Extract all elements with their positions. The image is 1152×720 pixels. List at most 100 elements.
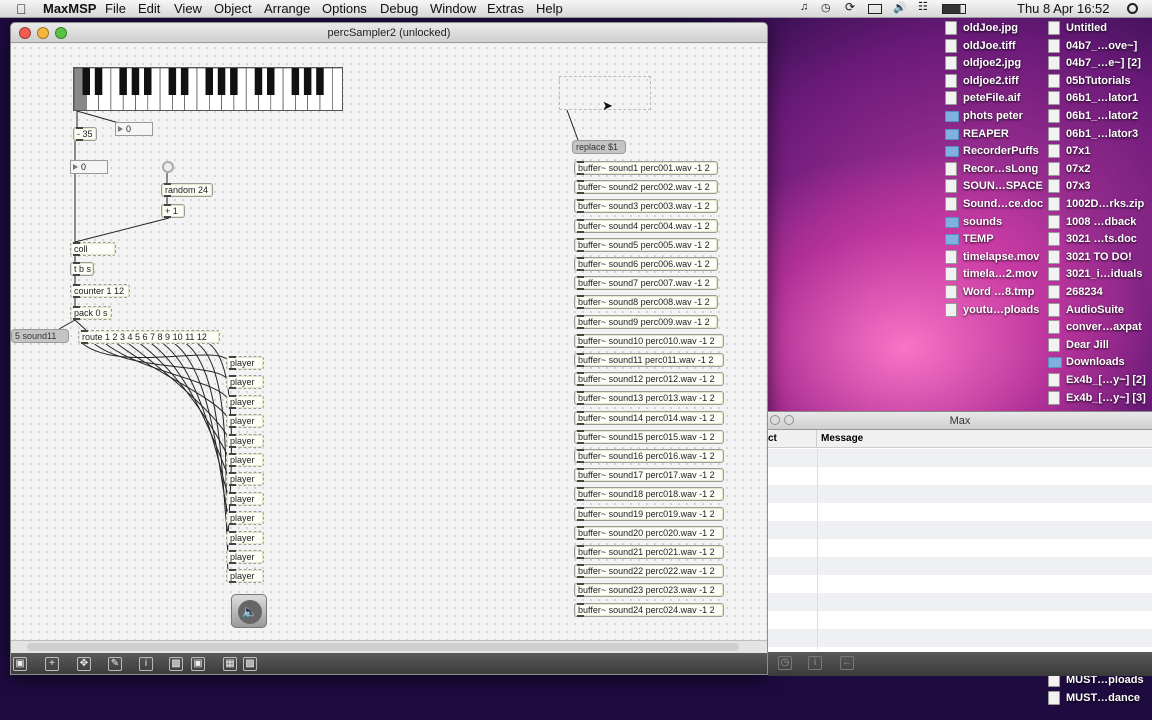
player-object[interactable]: player [226,375,264,390]
wifi-icon[interactable]: ☷ [918,0,932,13]
volume-icon[interactable]: 🔊 [893,1,907,14]
buffer-object[interactable]: buffer~ sound12 perc012.wav -1 2 [574,372,724,387]
player-object[interactable]: player [226,511,264,526]
player-object[interactable]: player [226,550,264,564]
music-icon[interactable]: ♫ [800,1,814,13]
edit-icon[interactable]: ✎ [108,657,122,671]
desktop-item[interactable]: peteFile.aif [945,90,1020,106]
buffer-object[interactable]: buffer~ sound20 perc020.wav -1 2 [574,525,724,540]
player-object[interactable]: player [226,394,264,409]
desktop-item[interactable]: oldjoe2.tiff [945,73,1019,89]
counter-object[interactable]: counter 1 12 [70,284,130,298]
buffer-object[interactable]: buffer~ sound5 perc005.wav -1 2 [574,237,718,252]
dac-speaker-button[interactable]: 🔈 [231,594,267,628]
buffer-object[interactable]: buffer~ sound19 perc019.wav -1 2 [574,506,724,521]
desktop-item[interactable]: 07x2 [1048,161,1090,177]
route-object[interactable]: route 1 2 3 4 5 6 7 8 9 10 11 12 [78,330,220,344]
desktop-item[interactable]: MUST…dance [1048,690,1140,706]
desktop-item[interactable]: Downloads [1048,354,1125,370]
clock-icon[interactable]: ◷ [778,656,792,670]
desktop-item[interactable]: phots peter [945,108,1023,124]
desktop-item[interactable]: SOUN…SPACE [945,178,1043,194]
buffer-object[interactable]: buffer~ sound22 perc022.wav -1 2 [574,564,724,579]
minus-object[interactable]: - 35 [73,127,97,141]
desktop-item[interactable]: oldJoe.tiff [945,38,1016,54]
desktop-item[interactable]: Dear Jill [1048,337,1109,353]
bang-button[interactable] [162,161,174,173]
buffer-object[interactable]: buffer~ sound9 perc009.wav -1 2 [574,314,718,329]
buffer-object[interactable]: buffer~ sound17 perc017.wav -1 2 [574,468,724,483]
desktop-item[interactable]: 3021 TO DO! [1048,249,1132,265]
player-object[interactable]: player [226,414,264,429]
desktop-item[interactable]: 06b1_…lator2 [1048,108,1138,124]
desktop-item[interactable]: 07x1 [1048,143,1090,159]
player-object[interactable]: player [226,530,264,545]
desktop-item[interactable]: AudioSuite [1048,302,1124,318]
info-icon[interactable]: i [808,656,822,670]
desktop-item[interactable]: 04b7_…ove~] [1048,38,1137,54]
buffer-object[interactable]: buffer~ sound18 perc018.wav -1 2 [574,487,724,502]
desktop-item[interactable]: Recor…sLong [945,161,1038,177]
desktop-item[interactable]: timela…2.mov [945,266,1038,282]
desktop-item[interactable]: sounds [945,214,1002,230]
minimize-button[interactable] [37,27,49,39]
desktop-item[interactable]: 06b1_…lator1 [1048,90,1138,106]
player-object[interactable]: player [226,491,264,506]
buffer-object[interactable]: buffer~ sound4 perc004.wav -1 2 [574,218,718,233]
buffer-object[interactable]: buffer~ sound16 perc016.wav -1 2 [574,449,724,463]
desktop-item[interactable]: 1002D…rks.zip [1048,196,1144,212]
buffer-object[interactable]: buffer~ sound7 perc007.wav -1 2 [574,276,718,291]
random-object[interactable]: random 24 [161,183,213,197]
desktop-item[interactable]: 268234 [1048,284,1103,300]
minimize-button[interactable] [770,415,780,425]
grid-icon[interactable]: ▦ [223,657,237,671]
patcher-titlebar[interactable]: percSampler2 (unlocked) [11,23,767,43]
replace-message[interactable]: replace $1 [572,140,626,154]
desktop-item[interactable]: 3021 …ts.doc [1048,231,1137,247]
menu-help[interactable]: Help [536,1,563,16]
scroll-thumb[interactable] [27,643,739,651]
spotlight-icon[interactable] [1127,3,1138,14]
app-menu[interactable]: MaxMSP [43,1,96,16]
desktop-item[interactable]: 05bTutorials [1048,73,1131,89]
horizontal-scrollbar[interactable] [11,640,767,653]
menu-arrange[interactable]: Arrange [264,1,310,16]
add-icon[interactable]: + [45,657,59,671]
number-box-a[interactable]: 0 [115,122,153,136]
menu-window[interactable]: Window [430,1,476,16]
buffer-object[interactable]: buffer~ sound23 perc023.wav -1 2 [574,583,724,598]
zoom-button[interactable] [55,27,67,39]
menu-edit[interactable]: Edit [138,1,160,16]
player-object[interactable]: player [226,453,264,467]
desktop-item[interactable]: Sound…ce.doc [945,196,1043,212]
menu-view[interactable]: View [174,1,202,16]
buffer-object[interactable]: buffer~ sound6 perc006.wav -1 2 [574,257,718,271]
message-column-header[interactable]: Message [821,430,863,448]
number-box-b[interactable]: 0 [70,160,108,174]
trigger-object[interactable]: t b s [70,262,94,276]
player-object[interactable]: player [226,433,264,448]
disabled-icon[interactable]: ▩ [169,657,183,671]
desktop-item[interactable]: 1008 …dback [1048,214,1136,230]
desktop-item[interactable]: Ex4b_[…y~] [3] [1048,390,1146,406]
buffer-object[interactable]: buffer~ sound10 perc010.wav -1 2 [574,333,724,348]
back-icon[interactable]: ← [840,656,854,670]
desktop-item[interactable]: REAPER [945,126,1009,142]
battery-icon[interactable] [942,4,966,14]
buffer-object[interactable]: buffer~ sound11 perc011.wav -1 2 [574,353,724,367]
symbol-message[interactable]: 5 sound11 [11,329,69,343]
snap-icon[interactable]: ▩ [243,657,257,671]
menu-debug[interactable]: Debug [380,1,418,16]
zoom-button[interactable] [784,415,794,425]
patcher-canvas[interactable]: - 35 0 0 random 24 + 1 coll t b s counte… [11,44,767,640]
clock-icon[interactable]: ◷ [821,1,835,14]
desktop-item[interactable]: oldjoe2.jpg [945,55,1021,71]
info-icon[interactable]: i [139,657,153,671]
clock[interactable]: Thu 8 Apr 16:52 [1017,1,1110,16]
buffer-object[interactable]: buffer~ sound2 perc002.wav -1 2 [574,180,718,195]
desktop-item[interactable]: TEMP [945,231,994,247]
object-column-header[interactable]: ct [768,430,777,448]
buffer-object[interactable]: buffer~ sound1 perc001.wav -1 2 [574,161,718,175]
buffer-object[interactable]: buffer~ sound14 perc014.wav -1 2 [574,410,724,425]
buffer-object[interactable]: buffer~ sound15 perc015.wav -1 2 [574,429,724,444]
